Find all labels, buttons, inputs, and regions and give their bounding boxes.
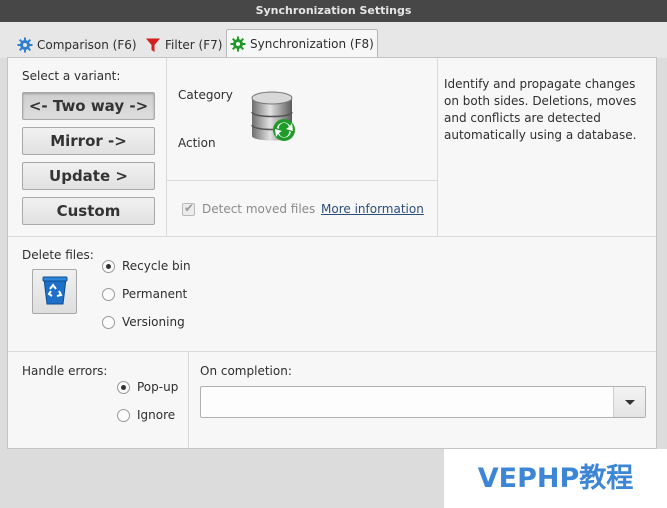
permanent-label: Permanent bbox=[122, 287, 188, 301]
window-title: Synchronization Settings bbox=[0, 0, 667, 22]
delete-files-heading: Delete files: bbox=[22, 248, 94, 262]
tab-bar: Comparison (F6) Filter (F7) Synchronizat… bbox=[0, 22, 667, 58]
checkmark-icon: ✔ bbox=[184, 201, 195, 215]
on-completion-heading: On completion: bbox=[200, 364, 292, 378]
chevron-down-icon bbox=[624, 399, 635, 405]
detect-moved-checkbox[interactable]: ✔ bbox=[182, 201, 195, 216]
tab-comparison-label: Comparison (F6) bbox=[37, 37, 137, 52]
variant-description: Identify and propagate changes on both s… bbox=[444, 77, 637, 142]
two-way-button[interactable]: <- Two way -> bbox=[22, 92, 155, 120]
divider bbox=[188, 351, 189, 448]
divider bbox=[8, 351, 656, 352]
divider bbox=[8, 236, 656, 237]
versioning-radio[interactable] bbox=[102, 316, 115, 329]
more-information-link[interactable]: More information bbox=[321, 202, 424, 216]
divider bbox=[437, 58, 438, 236]
watermark: VEPHP教程 bbox=[444, 449, 667, 508]
action-label: Action bbox=[178, 136, 216, 150]
dropdown-button[interactable] bbox=[613, 387, 645, 417]
divider bbox=[166, 58, 167, 236]
recycle-bin-radio[interactable] bbox=[102, 260, 115, 273]
handle-errors-heading: Handle errors: bbox=[22, 364, 108, 378]
divider bbox=[166, 180, 437, 181]
versioning-label: Versioning bbox=[122, 315, 185, 329]
recycle-bin-label: Recycle bin bbox=[122, 259, 191, 273]
gear-icon bbox=[230, 36, 246, 52]
database-sync-icon bbox=[248, 90, 298, 149]
settings-panel: Select a variant: <- Two way -> Mirror -… bbox=[7, 57, 657, 449]
on-completion-combobox[interactable] bbox=[200, 386, 646, 418]
recycle-bin-button[interactable] bbox=[32, 269, 77, 314]
tab-filter-label: Filter (F7) bbox=[165, 37, 223, 52]
gear-icon bbox=[17, 37, 33, 53]
recycle-bin-icon bbox=[40, 274, 70, 309]
popup-radio[interactable] bbox=[117, 381, 130, 394]
permanent-radio[interactable] bbox=[102, 288, 115, 301]
tab-comparison[interactable]: Comparison (F6) bbox=[14, 31, 140, 58]
tab-synchronization[interactable]: Synchronization (F8) bbox=[226, 29, 378, 58]
ignore-radio[interactable] bbox=[117, 409, 130, 422]
variant-heading: Select a variant: bbox=[22, 69, 121, 83]
funnel-icon bbox=[145, 37, 161, 53]
update-button[interactable]: Update > bbox=[22, 162, 155, 190]
popup-label: Pop-up bbox=[137, 380, 179, 394]
tab-synchronization-label: Synchronization (F8) bbox=[250, 37, 374, 51]
mirror-button[interactable]: Mirror -> bbox=[22, 127, 155, 155]
custom-button[interactable]: Custom bbox=[22, 197, 155, 225]
detect-moved-label: Detect moved files bbox=[202, 202, 316, 216]
ignore-label: Ignore bbox=[137, 408, 176, 422]
category-label: Category bbox=[178, 88, 233, 102]
tab-filter[interactable]: Filter (F7) bbox=[142, 31, 225, 58]
